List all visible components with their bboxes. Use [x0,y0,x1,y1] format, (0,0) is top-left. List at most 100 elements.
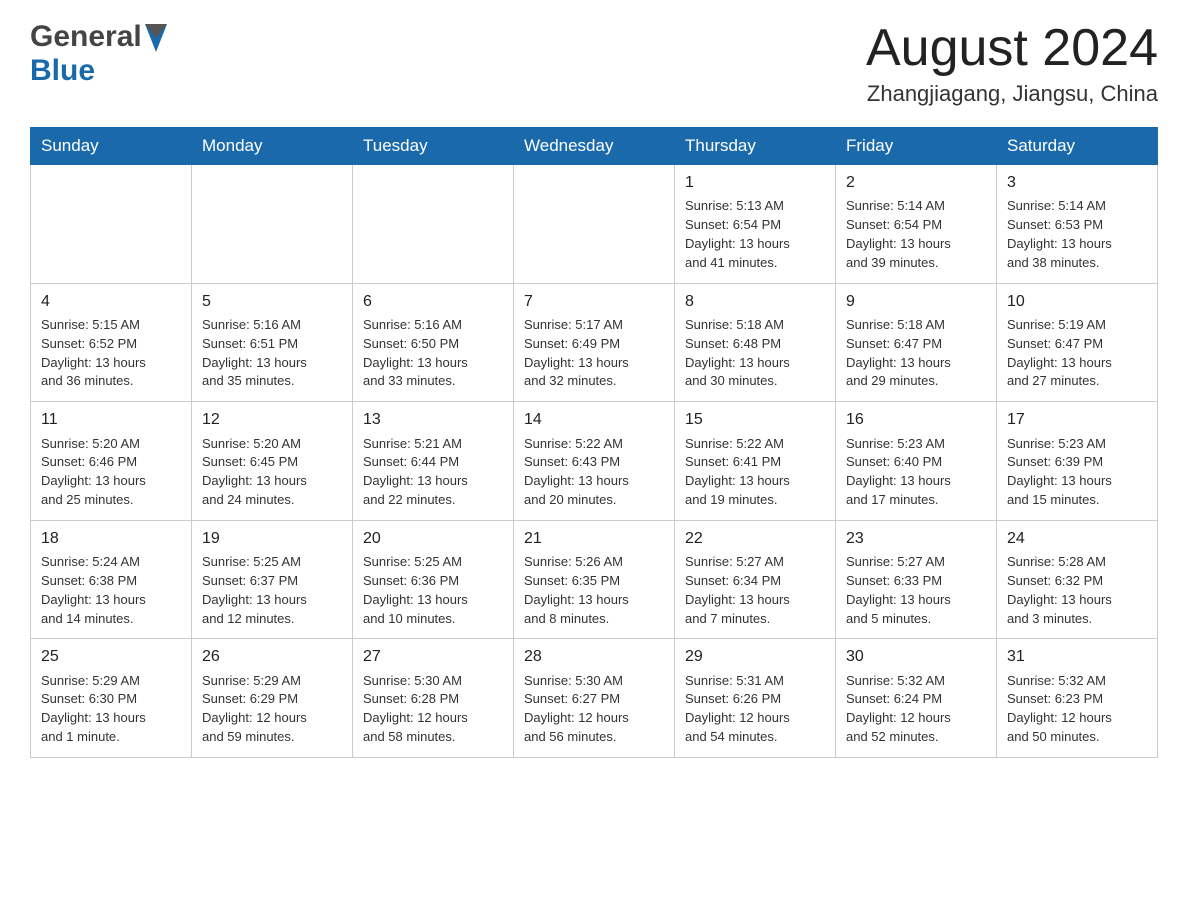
day-number: 29 [685,645,825,668]
calendar-cell: 21Sunrise: 5:26 AMSunset: 6:35 PMDayligh… [514,520,675,639]
month-title: August 2024 [866,20,1158,77]
day-number: 13 [363,408,503,431]
day-number: 31 [1007,645,1147,668]
calendar-cell: 25 Sunrise: 5:29 AMSunset: 6:30 PMDayligh… [31,639,192,758]
calendar-cell: 20Sunrise: 5:25 AMSunset: 6:36 PMDayligh… [353,520,514,639]
day-info: Sunrise: 5:30 AMSunset: 6:27 PMDaylight:… [524,673,629,745]
day-number: 15 [685,408,825,431]
calendar-cell: 18 Sunrise: 5:24 AMSunset: 6:38 PMDayligh… [31,520,192,639]
day-number: 8 [685,290,825,313]
calendar-cell: 13 Sunrise: 5:21 AMSunset: 6:44 PMDayligh… [353,402,514,521]
calendar-cell: 5Sunrise: 5:16 AMSunset: 6:51 PMDaylight… [192,283,353,402]
day-number: 3 [1007,171,1147,194]
calendar-cell: 27 Sunrise: 5:30 AMSunset: 6:28 PMDayligh… [353,639,514,758]
day-info: Sunrise: 5:30 AMSunset: 6:28 PMDaylight:… [363,673,468,745]
calendar-cell: 4Sunrise: 5:15 AMSunset: 6:52 PMDaylight… [31,283,192,402]
day-number: 30 [846,645,986,668]
day-info: Sunrise: 5:22 AMSunset: 6:43 PMDaylight:… [524,436,629,508]
day-number: 16 [846,408,986,431]
week-row-2: 4Sunrise: 5:15 AMSunset: 6:52 PMDaylight… [31,283,1158,402]
day-info: Sunrise: 5:27 AMSunset: 6:33 PMDaylight:… [846,554,951,626]
calendar-cell: 19 Sunrise: 5:25 AMSunset: 6:37 PMDayligh… [192,520,353,639]
weekday-header-friday: Friday [836,128,997,165]
day-info: Sunrise: 5:25 AMSunset: 6:37 PMDaylight:… [202,554,307,626]
day-info: Sunrise: 5:13 AMSunset: 6:54 PMDaylight:… [685,198,790,270]
day-info: Sunrise: 5:15 AMSunset: 6:52 PMDaylight:… [41,317,146,389]
day-number: 10 [1007,290,1147,313]
day-info: Sunrise: 5:27 AMSunset: 6:34 PMDaylight:… [685,554,790,626]
calendar-cell: 6 Sunrise: 5:16 AMSunset: 6:50 PMDaylight… [353,283,514,402]
title-area: August 2024 Zhangjiagang, Jiangsu, China [866,20,1158,107]
day-info: Sunrise: 5:21 AMSunset: 6:44 PMDaylight:… [363,436,468,508]
calendar-cell: 22 Sunrise: 5:27 AMSunset: 6:34 PMDayligh… [675,520,836,639]
day-number: 25 [41,645,181,668]
day-number: 9 [846,290,986,313]
day-info: Sunrise: 5:24 AMSunset: 6:38 PMDaylight:… [41,554,146,626]
day-info: Sunrise: 5:17 AMSunset: 6:49 PMDaylight:… [524,317,629,389]
calendar-cell: 2Sunrise: 5:14 AMSunset: 6:54 PMDaylight… [836,165,997,284]
day-info: Sunrise: 5:14 AMSunset: 6:53 PMDaylight:… [1007,198,1112,270]
day-info: Sunrise: 5:32 AMSunset: 6:24 PMDaylight:… [846,673,951,745]
day-number: 22 [685,527,825,550]
calendar-cell: 24Sunrise: 5:28 AMSunset: 6:32 PMDayligh… [997,520,1158,639]
logo: General Blue [30,20,167,88]
day-number: 1 [685,171,825,194]
day-info: Sunrise: 5:28 AMSunset: 6:32 PMDaylight:… [1007,554,1112,626]
day-info: Sunrise: 5:20 AMSunset: 6:45 PMDaylight:… [202,436,307,508]
weekday-header-sunday: Sunday [31,128,192,165]
calendar-cell [353,165,514,284]
calendar-cell: 29Sunrise: 5:31 AMSunset: 6:26 PMDayligh… [675,639,836,758]
day-info: Sunrise: 5:18 AMSunset: 6:47 PMDaylight:… [846,317,951,389]
calendar-cell: 9 Sunrise: 5:18 AMSunset: 6:47 PMDaylight… [836,283,997,402]
day-info: Sunrise: 5:16 AMSunset: 6:50 PMDaylight:… [363,317,468,389]
day-number: 18 [41,527,181,550]
location-subtitle: Zhangjiagang, Jiangsu, China [866,81,1158,107]
calendar-cell: 28 Sunrise: 5:30 AMSunset: 6:27 PMDayligh… [514,639,675,758]
day-info: Sunrise: 5:16 AMSunset: 6:51 PMDaylight:… [202,317,307,389]
day-info: Sunrise: 5:29 AMSunset: 6:29 PMDaylight:… [202,673,307,745]
day-info: Sunrise: 5:29 AMSunset: 6:30 PMDaylight:… [41,673,146,745]
day-number: 23 [846,527,986,550]
weekday-header-saturday: Saturday [997,128,1158,165]
calendar-cell: 26 Sunrise: 5:29 AMSunset: 6:29 PMDayligh… [192,639,353,758]
logo-blue-text: Blue [30,54,95,87]
calendar-cell: 11Sunrise: 5:20 AMSunset: 6:46 PMDayligh… [31,402,192,521]
weekday-header-wednesday: Wednesday [514,128,675,165]
weekday-header-tuesday: Tuesday [353,128,514,165]
calendar-cell: 15 Sunrise: 5:22 AMSunset: 6:41 PMDayligh… [675,402,836,521]
weekday-header-thursday: Thursday [675,128,836,165]
calendar-cell [514,165,675,284]
week-row-1: 1 Sunrise: 5:13 AMSunset: 6:54 PMDaylight… [31,165,1158,284]
day-info: Sunrise: 5:18 AMSunset: 6:48 PMDaylight:… [685,317,790,389]
day-number: 12 [202,408,342,431]
day-info: Sunrise: 5:23 AMSunset: 6:40 PMDaylight:… [846,436,951,508]
day-number: 7 [524,290,664,313]
day-number: 6 [363,290,503,313]
logo-general-text: General [30,20,142,54]
day-number: 28 [524,645,664,668]
calendar-cell: 31 Sunrise: 5:32 AMSunset: 6:23 PMDayligh… [997,639,1158,758]
calendar-cell: 30 Sunrise: 5:32 AMSunset: 6:24 PMDayligh… [836,639,997,758]
calendar-cell [31,165,192,284]
day-number: 19 [202,527,342,550]
calendar-cell: 10 Sunrise: 5:19 AMSunset: 6:47 PMDayligh… [997,283,1158,402]
day-info: Sunrise: 5:22 AMSunset: 6:41 PMDaylight:… [685,436,790,508]
day-number: 27 [363,645,503,668]
logo-icon [142,22,167,52]
day-info: Sunrise: 5:14 AMSunset: 6:54 PMDaylight:… [846,198,951,270]
calendar-cell: 17Sunrise: 5:23 AMSunset: 6:39 PMDayligh… [997,402,1158,521]
weekday-header-row: SundayMondayTuesdayWednesdayThursdayFrid… [31,128,1158,165]
day-info: Sunrise: 5:19 AMSunset: 6:47 PMDaylight:… [1007,317,1112,389]
calendar-cell: 23 Sunrise: 5:27 AMSunset: 6:33 PMDayligh… [836,520,997,639]
day-info: Sunrise: 5:32 AMSunset: 6:23 PMDaylight:… [1007,673,1112,745]
week-row-5: 25 Sunrise: 5:29 AMSunset: 6:30 PMDayligh… [31,639,1158,758]
day-number: 26 [202,645,342,668]
day-info: Sunrise: 5:25 AMSunset: 6:36 PMDaylight:… [363,554,468,626]
calendar-table: SundayMondayTuesdayWednesdayThursdayFrid… [30,127,1158,758]
week-row-3: 11Sunrise: 5:20 AMSunset: 6:46 PMDayligh… [31,402,1158,521]
page-header: General Blue August 2024 Zhangjiagang, J… [30,20,1158,107]
calendar-cell: 1 Sunrise: 5:13 AMSunset: 6:54 PMDaylight… [675,165,836,284]
calendar-cell: 7 Sunrise: 5:17 AMSunset: 6:49 PMDaylight… [514,283,675,402]
day-number: 11 [41,408,181,431]
day-info: Sunrise: 5:26 AMSunset: 6:35 PMDaylight:… [524,554,629,626]
